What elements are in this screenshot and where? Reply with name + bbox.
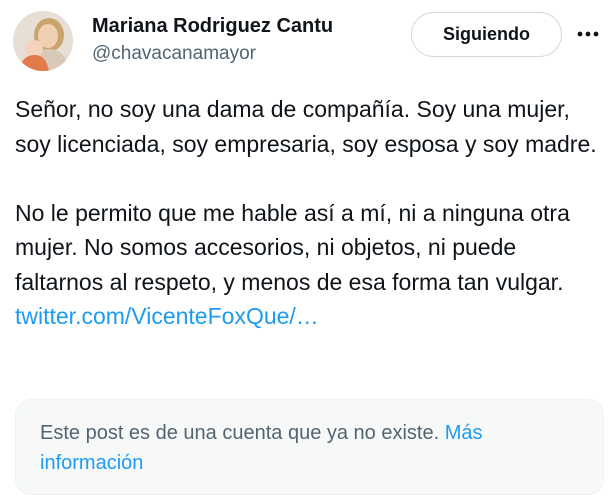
more-options-button[interactable] [572,20,604,48]
tweet-link[interactable]: twitter.com/VicenteFoxQue/… [15,303,319,329]
more-horizontal-icon [577,31,599,37]
tweet-text: Señor, no soy una dama de compañía. Soy … [15,92,605,334]
avatar[interactable] [13,11,73,71]
quoted-post-unavailable-notice: Este post es de una cuenta que ya no exi… [15,399,604,495]
author-display-name[interactable]: Mariana Rodriguez Cantu [92,13,333,39]
tweet-paragraph-2: No le permito que me hable así a mí, ni … [15,196,605,334]
notice-text: Este post es de una cuenta que ya no exi… [40,422,440,444]
avatar-photo-icon [13,11,73,71]
author-info: Mariana Rodriguez Cantu @chavacanamayor [92,13,333,67]
tweet-paragraph-2-text: No le permito que me hable así a mí, ni … [15,199,570,295]
tweet-paragraph-1: Señor, no soy una dama de compañía. Soy … [15,96,597,157]
author-handle[interactable]: @chavacanamayor [92,41,333,67]
following-button[interactable]: Siguiendo [411,12,562,57]
tweet: Mariana Rodriguez Cantu @chavacanamayor … [0,0,611,503]
